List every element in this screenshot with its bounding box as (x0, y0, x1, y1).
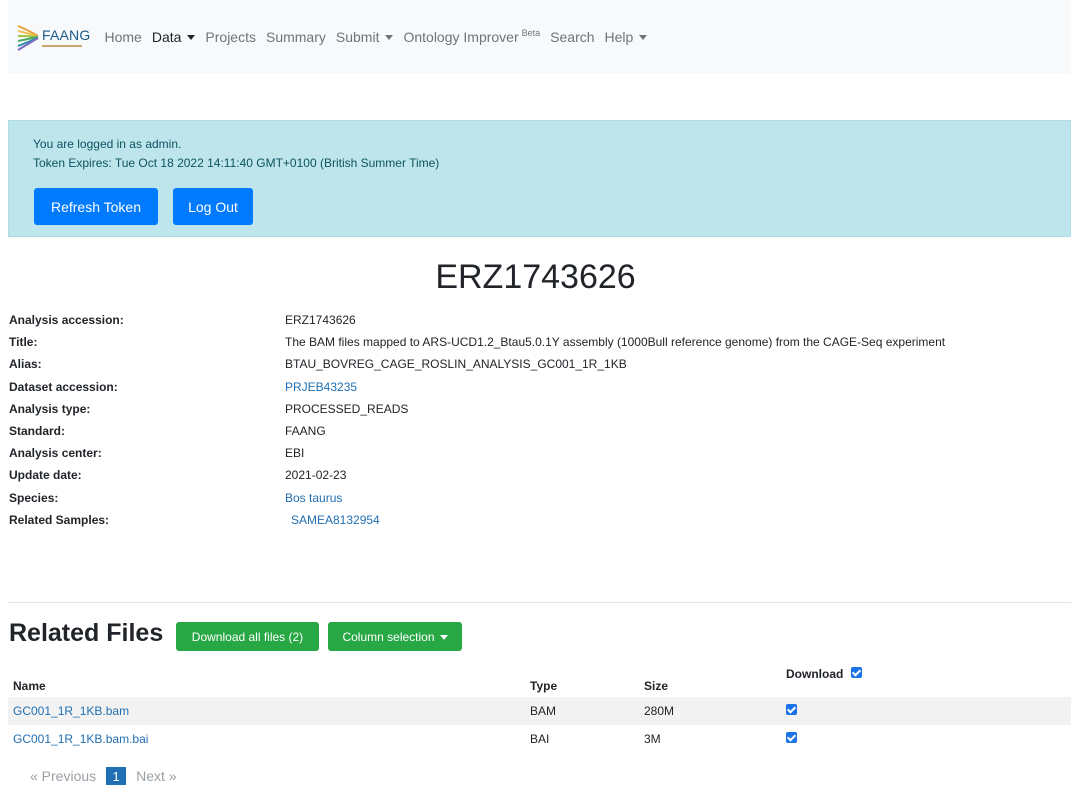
nav-home-label: Home (104, 28, 142, 45)
detail-row: Alias: BTAU_BOVREG_CAGE_ROSLIN_ANALYSIS_… (9, 353, 1069, 375)
related-files-heading: Related Files (9, 619, 164, 647)
token-expiry-text: Token Expires: Tue Oct 18 2022 14:11:40 … (33, 156, 440, 170)
download-all-button[interactable]: Download all files (2) (176, 622, 319, 651)
detail-value: FAANG (285, 424, 326, 439)
download-checkbox-cell (786, 704, 797, 718)
table-header: Name Type Size Download (8, 664, 1071, 697)
detail-row: Title: The BAM files mapped to ARS-UCD1.… (9, 331, 1069, 353)
page-title: ERZ1743626 (435, 258, 636, 296)
column-header-name[interactable]: Name (13, 679, 46, 693)
related-sample-link[interactable]: SAMEA8132954 (291, 513, 380, 527)
column-header-download: Download (786, 667, 862, 681)
previous-page-link[interactable]: « Previous (30, 768, 96, 784)
nav-search[interactable]: Search (550, 29, 594, 45)
navbar: FAANG Home Data Projects Summary Submit … (8, 0, 1071, 73)
column-header-type[interactable]: Type (530, 679, 557, 693)
detail-row: Species: Bos taurus (9, 487, 1069, 509)
table-row: GC001_1R_1KB.bam BAM 280M (8, 697, 1071, 725)
detail-value: 2021-02-23 (285, 468, 347, 483)
brand-underline (42, 44, 82, 47)
nav-summary-label: Summary (265, 28, 326, 45)
column-selection-button[interactable]: Column selection (328, 622, 462, 651)
detail-row: Related Samples: SAMEA8132954 (9, 509, 1069, 531)
logout-button[interactable]: Log Out (173, 188, 253, 225)
refresh-token-button[interactable]: Refresh Token (34, 188, 158, 225)
detail-row: Analysis type: PROCESSED_READS (9, 398, 1069, 420)
section-divider (8, 602, 1071, 603)
next-page-link[interactable]: Next » (136, 768, 176, 784)
nav-help[interactable]: Help (605, 29, 648, 45)
file-type: BAM (530, 704, 557, 718)
detail-label: Analysis type: (9, 401, 91, 416)
detail-value: PROCESSED_READS (285, 401, 409, 416)
nav-help-label: Help (604, 28, 634, 45)
brand-logo-link[interactable]: FAANG (16, 22, 90, 52)
nav-data[interactable]: Data (152, 29, 196, 45)
current-page[interactable]: 1 (106, 767, 127, 785)
download-checkbox-cell (786, 732, 797, 746)
download-checkbox[interactable] (786, 704, 797, 715)
analysis-details: Analysis accession: ERZ1743626 Title: Th… (9, 309, 1069, 531)
species-link[interactable]: Bos taurus (285, 491, 342, 505)
nav-search-label: Search (550, 28, 595, 45)
detail-label: Alias: (9, 357, 42, 372)
download-checkbox[interactable] (786, 732, 797, 743)
file-name-link[interactable]: GC001_1R_1KB.bam (13, 704, 129, 718)
detail-value: ERZ1743626 (285, 313, 356, 328)
nav-summary[interactable]: Summary (266, 29, 326, 45)
detail-value: BTAU_BOVREG_CAGE_ROSLIN_ANALYSIS_GC001_1… (285, 357, 627, 372)
faang-logo-icon (17, 24, 39, 51)
nav-ontology-label: Ontology Improver (403, 28, 519, 45)
nav-ontology-improver[interactable]: Ontology Improver Beta (403, 27, 541, 45)
beta-superscript: Beta (521, 27, 541, 38)
detail-label: Related Samples: (9, 512, 110, 527)
login-alert: You are logged in as admin. Token Expire… (8, 120, 1071, 237)
detail-label: Dataset accession: (9, 379, 118, 394)
detail-row: Standard: FAANG (9, 420, 1069, 442)
nav-data-label: Data (151, 28, 182, 45)
detail-row: Analysis accession: ERZ1743626 (9, 309, 1069, 331)
file-name-link[interactable]: GC001_1R_1KB.bam.bai (13, 732, 148, 746)
column-selection-label: Column selection (342, 629, 435, 644)
file-size: 3M (644, 732, 661, 746)
pagination: « Previous 1 Next » (30, 767, 187, 785)
caret-down-icon (187, 34, 196, 40)
detail-label: Title: (9, 335, 38, 350)
select-all-checkbox[interactable] (850, 667, 862, 678)
dataset-accession-link[interactable]: PRJEB43235 (285, 380, 357, 394)
nav-submit-label: Submit (335, 28, 380, 45)
nav-projects-label: Projects (205, 28, 256, 45)
detail-row: Analysis center: EBI (9, 442, 1069, 464)
related-files-table: Name Type Size Download GC001_1R_1KB.bam… (8, 664, 1071, 753)
nav-submit[interactable]: Submit (336, 29, 394, 45)
nav-home[interactable]: Home (104, 29, 141, 45)
detail-row: Update date: 2021-02-23 (9, 464, 1069, 486)
detail-label: Species: (9, 490, 59, 505)
file-type: BAI (530, 732, 550, 746)
caret-down-icon (439, 634, 448, 640)
detail-value: EBI (285, 446, 305, 461)
logged-in-text: You are logged in as admin. (33, 137, 182, 151)
detail-value: The BAM files mapped to ARS-UCD1.2_Btau5… (285, 335, 946, 350)
nav-projects[interactable]: Projects (205, 29, 256, 45)
detail-label: Update date: (9, 468, 82, 483)
file-size: 280M (644, 704, 675, 718)
caret-down-icon (385, 34, 394, 40)
column-header-size[interactable]: Size (644, 679, 668, 693)
brand-name: FAANG (42, 26, 91, 43)
detail-row: Dataset accession: PRJEB43235 (9, 376, 1069, 398)
download-header-label: Download (786, 667, 844, 681)
detail-label: Analysis accession: (9, 313, 124, 328)
caret-down-icon (639, 34, 648, 40)
table-row: GC001_1R_1KB.bam.bai BAI 3M (8, 725, 1071, 753)
detail-label: Standard: (9, 424, 66, 439)
detail-label: Analysis center: (9, 446, 102, 461)
